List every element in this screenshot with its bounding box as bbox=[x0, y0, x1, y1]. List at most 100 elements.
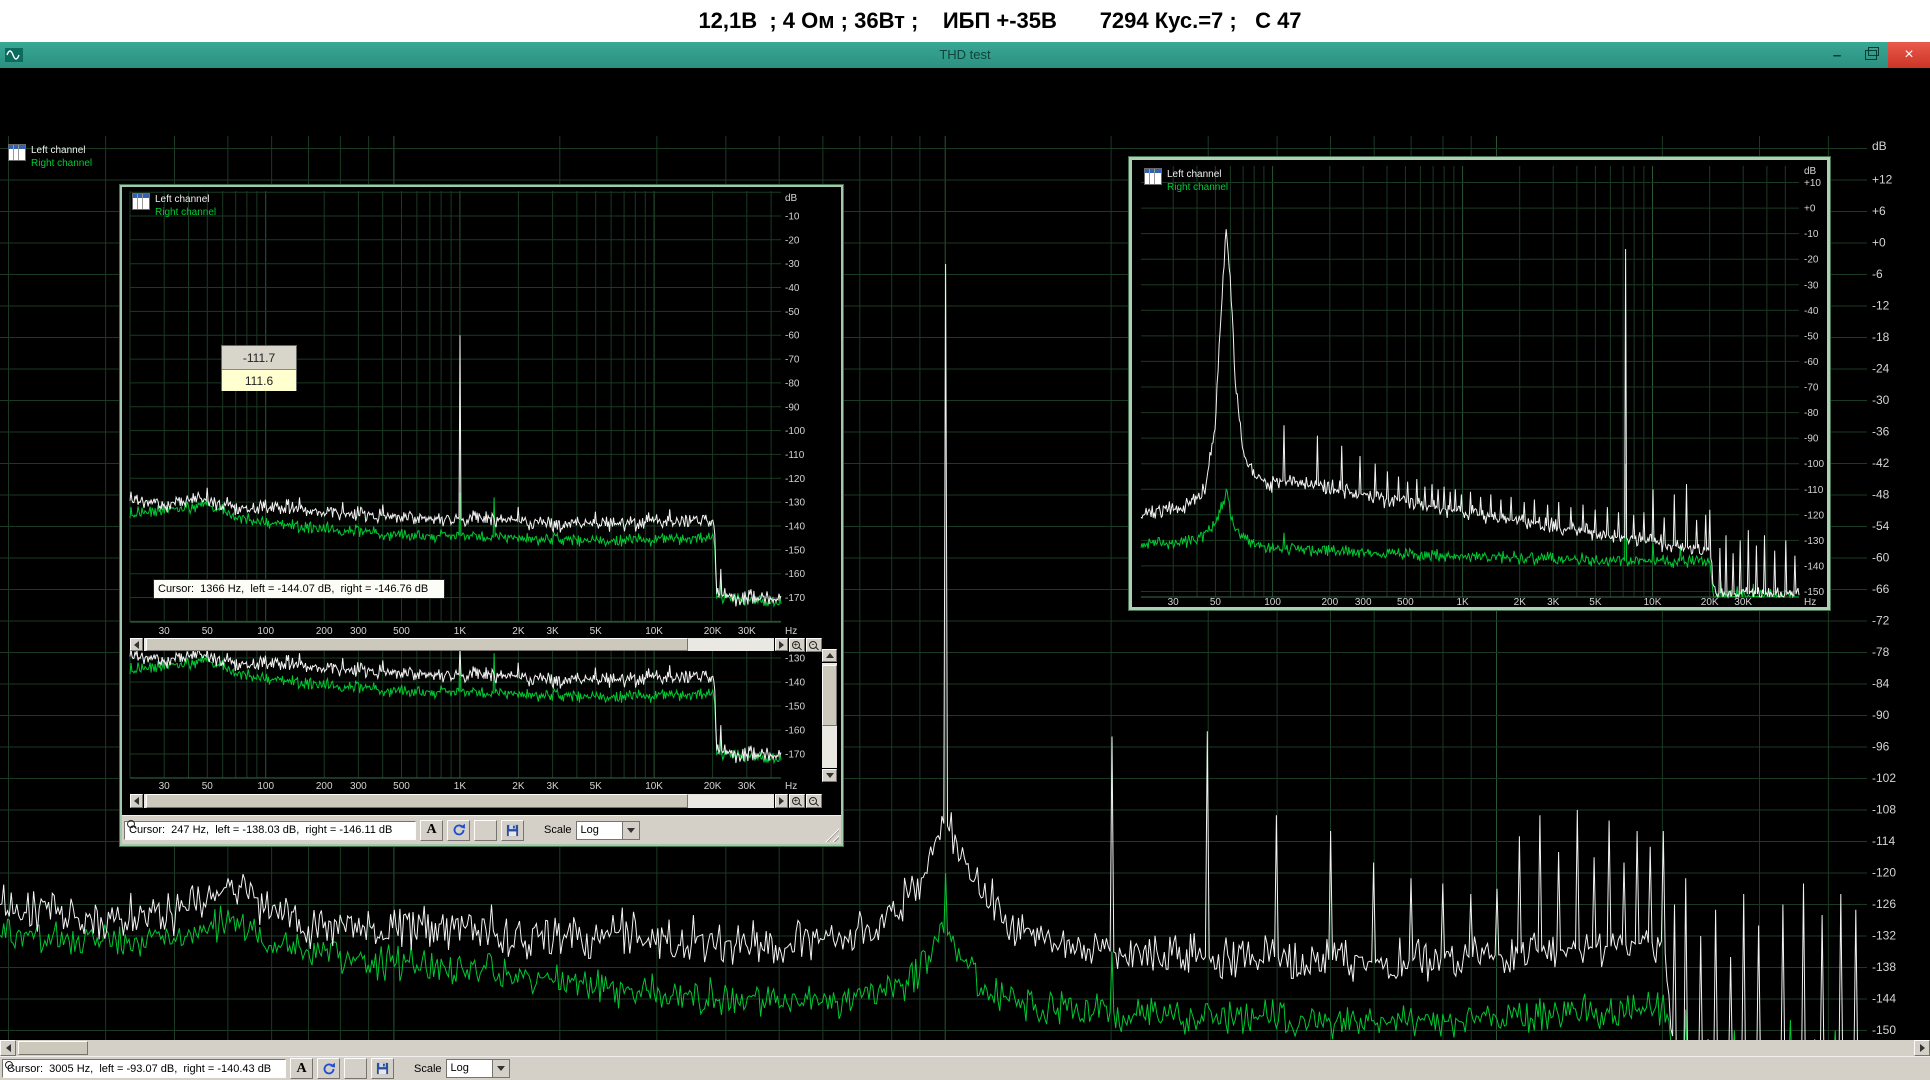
zoom-out-icon bbox=[809, 797, 817, 805]
dropdown-button[interactable] bbox=[622, 822, 639, 839]
svg-text:300: 300 bbox=[350, 626, 367, 637]
legend-right-channel: Right channel bbox=[31, 157, 92, 170]
svg-text:200: 200 bbox=[1321, 597, 1338, 607]
refresh-button[interactable] bbox=[447, 820, 470, 841]
scale-value: Log bbox=[447, 1060, 492, 1077]
scroll-left-button[interactable] bbox=[130, 794, 143, 808]
window-title: THD test bbox=[0, 42, 1930, 68]
svg-text:200: 200 bbox=[316, 781, 333, 792]
legend-left-channel: Left channel bbox=[31, 144, 92, 157]
scroll-left-button[interactable] bbox=[0, 1040, 16, 1056]
svg-text:-150: -150 bbox=[785, 702, 805, 713]
svg-text:-60: -60 bbox=[1804, 357, 1819, 368]
dropdown-button[interactable] bbox=[492, 1060, 509, 1077]
spectrum-window-2[interactable]: dB+10+0-10-20-30-40-50-60-70-80-90-100-1… bbox=[1129, 157, 1830, 610]
svg-text:30: 30 bbox=[159, 626, 171, 637]
svg-text:-72: -72 bbox=[1872, 614, 1890, 628]
scroll-down-button[interactable] bbox=[822, 769, 837, 782]
svg-text:-42: -42 bbox=[1872, 456, 1890, 470]
spectrum-window-icon[interactable] bbox=[1144, 168, 1162, 185]
scroll-thumb[interactable] bbox=[18, 1041, 88, 1055]
save-button[interactable] bbox=[501, 820, 524, 841]
window1-legend: Left channel Right channel bbox=[132, 193, 216, 219]
font-button[interactable]: A bbox=[420, 820, 443, 841]
legend-left-channel: Left channel bbox=[155, 193, 216, 206]
svg-text:Hz: Hz bbox=[785, 781, 797, 792]
zoom-in-button[interactable] bbox=[789, 794, 805, 808]
legend-right-channel: Right channel bbox=[155, 206, 216, 219]
svg-text:-18: -18 bbox=[1872, 330, 1890, 344]
close-button[interactable]: × bbox=[1888, 42, 1930, 68]
svg-text:-120: -120 bbox=[1872, 866, 1896, 880]
svg-text:-120: -120 bbox=[785, 474, 805, 485]
svg-text:30K: 30K bbox=[738, 626, 756, 637]
svg-text:1K: 1K bbox=[1456, 597, 1469, 607]
cursor-readout: Cursor: 247 Hz, left = -138.03 dB, right… bbox=[124, 821, 416, 840]
scale-dropdown[interactable]: Log bbox=[446, 1059, 510, 1078]
scroll-thumb[interactable] bbox=[146, 794, 688, 808]
refresh-icon bbox=[322, 1062, 336, 1076]
zoom-out-button[interactable] bbox=[806, 794, 822, 808]
pane2-hscrollbar[interactable] bbox=[130, 794, 822, 808]
scroll-track[interactable] bbox=[822, 663, 837, 768]
svg-text:2K: 2K bbox=[512, 781, 525, 792]
svg-text:5K: 5K bbox=[590, 781, 603, 792]
save-button[interactable] bbox=[371, 1058, 394, 1079]
svg-text:-40: -40 bbox=[785, 283, 800, 294]
svg-text:500: 500 bbox=[1397, 597, 1414, 607]
scroll-thumb[interactable] bbox=[146, 638, 688, 651]
svg-text:-170: -170 bbox=[785, 750, 805, 761]
scroll-right-button[interactable] bbox=[775, 638, 788, 651]
pane1-hscrollbar[interactable] bbox=[130, 638, 822, 651]
scroll-left-button[interactable] bbox=[130, 638, 143, 651]
svg-text:-100: -100 bbox=[785, 426, 805, 437]
svg-text:-144: -144 bbox=[1872, 992, 1896, 1006]
svg-text:-130: -130 bbox=[1804, 536, 1824, 547]
font-button[interactable]: A bbox=[290, 1058, 313, 1079]
svg-text:dB: dB bbox=[785, 193, 798, 204]
svg-text:-90: -90 bbox=[1872, 708, 1890, 722]
svg-text:3K: 3K bbox=[546, 626, 559, 637]
app-icon[interactable] bbox=[5, 47, 23, 63]
scroll-track[interactable] bbox=[144, 638, 774, 651]
scroll-thumb[interactable] bbox=[822, 665, 837, 726]
measurement-note: 12,1В ; 4 Ом ; 36Вт ; ИБП +-35В 7294 Кус… bbox=[698, 8, 1301, 34]
zoom-in-icon bbox=[792, 641, 800, 649]
refresh-button[interactable] bbox=[317, 1058, 340, 1079]
svg-text:-114: -114 bbox=[1872, 834, 1895, 848]
resize-grip[interactable] bbox=[825, 828, 839, 842]
magnifier-button[interactable] bbox=[344, 1058, 367, 1079]
main-hscrollbar[interactable] bbox=[0, 1040, 1930, 1056]
svg-text:50: 50 bbox=[1210, 597, 1222, 607]
zoom-in-button[interactable] bbox=[789, 638, 805, 652]
svg-text:2K: 2K bbox=[1514, 597, 1527, 607]
svg-text:dB: dB bbox=[1804, 166, 1817, 177]
pane2-vscrollbar[interactable] bbox=[822, 649, 837, 782]
scroll-track[interactable] bbox=[144, 794, 774, 808]
window1-spectrum-plot: dB-10-20-30-40-50-60-70-80-90-100-110-12… bbox=[122, 187, 841, 844]
scroll-right-button[interactable] bbox=[1914, 1040, 1930, 1056]
spectrum-window-icon[interactable] bbox=[8, 144, 26, 161]
scroll-up-button[interactable] bbox=[822, 649, 837, 662]
svg-text:-24: -24 bbox=[1872, 362, 1890, 376]
svg-text:300: 300 bbox=[1355, 597, 1372, 607]
svg-text:-30: -30 bbox=[1804, 280, 1819, 291]
spectrum-window-1[interactable]: dB-10-20-30-40-50-60-70-80-90-100-110-12… bbox=[120, 185, 843, 846]
zoom-out-button[interactable] bbox=[806, 638, 822, 652]
svg-text:-20: -20 bbox=[785, 235, 800, 246]
minimize-button[interactable]: – bbox=[1820, 42, 1854, 68]
maximize-button[interactable] bbox=[1854, 42, 1888, 68]
right-channel-trace bbox=[1141, 464, 1799, 597]
legend-right-channel: Right channel bbox=[1167, 181, 1228, 194]
right-arrow-icon bbox=[779, 797, 784, 805]
scroll-right-button[interactable] bbox=[775, 794, 788, 808]
svg-text:+6: +6 bbox=[1872, 204, 1886, 218]
svg-text:-70: -70 bbox=[785, 355, 800, 366]
scale-label: Scale bbox=[414, 1063, 442, 1075]
svg-text:-48: -48 bbox=[1872, 488, 1890, 502]
svg-text:-6: -6 bbox=[1872, 267, 1883, 281]
spectrum-window-icon[interactable] bbox=[132, 193, 150, 210]
magnifier-button[interactable] bbox=[474, 820, 497, 841]
scale-dropdown[interactable]: Log bbox=[576, 821, 640, 840]
main-plot-area: dB+12+6+0-6-12-18-24-30-36-42-48-54-60-6… bbox=[0, 68, 1930, 1040]
